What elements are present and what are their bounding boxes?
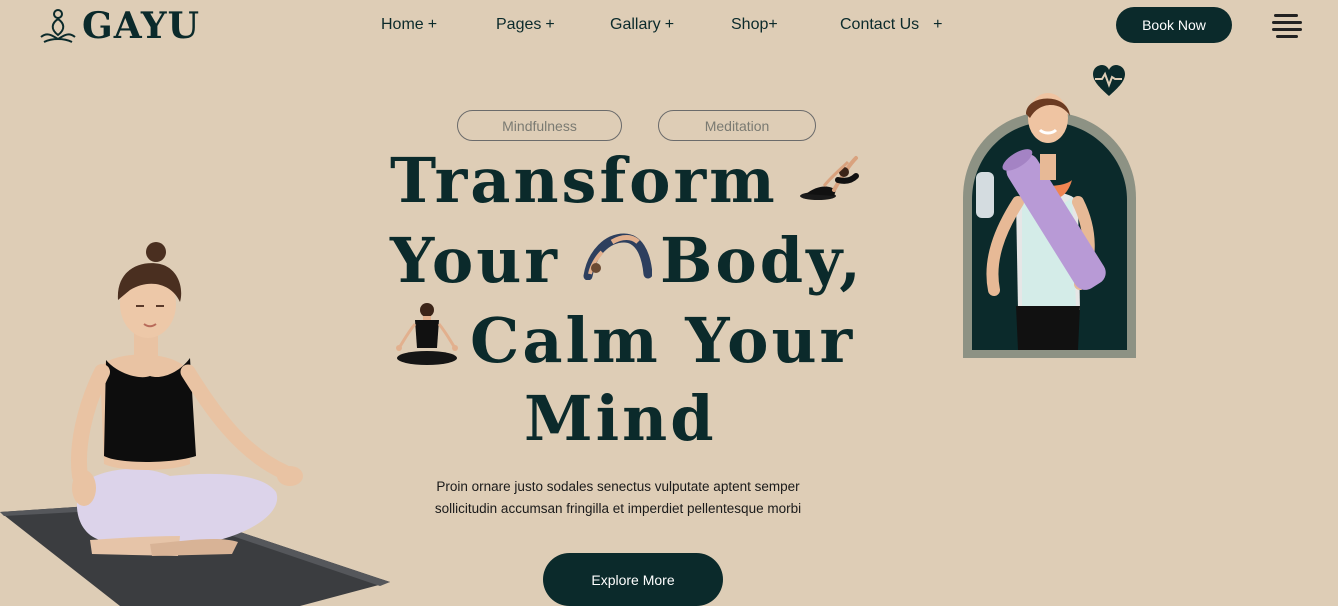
headline-line-2a: Your bbox=[390, 224, 560, 297]
nav-item-gallary[interactable]: Gallary + bbox=[610, 16, 674, 34]
hamburger-menu-icon[interactable] bbox=[1272, 13, 1302, 38]
hero-description-line-1: Proin ornare justo sodales senectus vulp… bbox=[436, 479, 800, 494]
nav-item-contact[interactable]: Contact Us + bbox=[840, 16, 942, 34]
arch-portrait-image bbox=[963, 93, 1136, 358]
hero-description: Proin ornare justo sodales senectus vulp… bbox=[398, 476, 838, 520]
meditation-woman-image bbox=[0, 242, 390, 606]
plus-icon: + bbox=[545, 16, 555, 33]
headline-line-1: Transform bbox=[390, 144, 778, 217]
yoga-pose-image bbox=[800, 156, 859, 200]
headline-line-3: Calm Your bbox=[470, 304, 856, 377]
heart-pulse-icon bbox=[1093, 65, 1125, 96]
nav-label: Shop bbox=[731, 16, 769, 33]
headline-line-2b: Body, bbox=[660, 224, 864, 297]
tag-meditation[interactable]: Meditation bbox=[658, 110, 816, 141]
tag-label: Meditation bbox=[704, 117, 770, 134]
nav-label: Contact Us bbox=[840, 16, 920, 33]
plus-icon: + bbox=[768, 16, 778, 33]
tag-label: Mindfulness bbox=[502, 117, 577, 134]
nav-item-home[interactable]: Home + bbox=[381, 16, 437, 34]
plus-icon: + bbox=[933, 16, 943, 33]
brand-name: GAYU bbox=[82, 5, 200, 47]
yoga-pose-image bbox=[396, 303, 458, 365]
plus-icon: + bbox=[664, 16, 675, 33]
logo[interactable]: GAYU bbox=[38, 5, 200, 47]
plus-icon: + bbox=[427, 16, 438, 33]
book-now-button[interactable]: Book Now bbox=[1116, 7, 1232, 43]
site-header: GAYU Home + Pages + Gallary + Shop+ Contact… bbox=[0, 0, 1338, 52]
tag-mindfulness[interactable]: Mindfulness bbox=[457, 110, 622, 141]
nav-item-shop[interactable]: Shop+ bbox=[731, 16, 778, 34]
nav-label: Pages bbox=[496, 16, 542, 33]
hero-description-line-2: sollicitudin accumsan fringilla et imper… bbox=[434, 501, 802, 516]
explore-more-button[interactable]: Explore More bbox=[543, 553, 723, 606]
nav-label: Gallary bbox=[610, 16, 661, 33]
yoga-pose-image bbox=[583, 233, 652, 280]
headline-line-4: Mind bbox=[524, 382, 717, 455]
nav-item-pages[interactable]: Pages + bbox=[496, 16, 555, 34]
nav-label: Home bbox=[381, 16, 424, 33]
lotus-meditation-icon bbox=[40, 9, 76, 43]
